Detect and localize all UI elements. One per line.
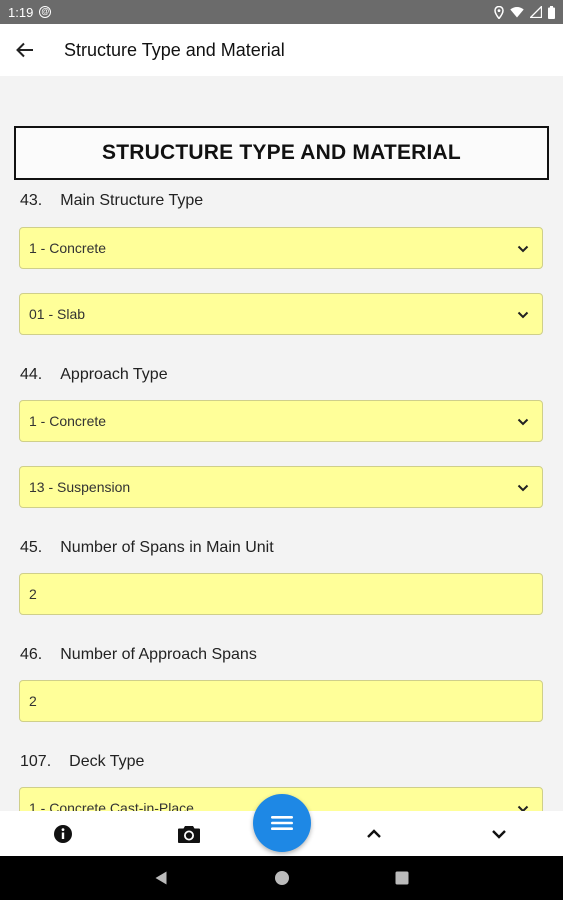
field-label-approach-spans: 46. Number of Approach Spans bbox=[20, 646, 257, 664]
app-bar: Structure Type and Material bbox=[0, 24, 563, 76]
section-header: STRUCTURE TYPE AND MATERIAL bbox=[14, 126, 549, 180]
nav-home-icon bbox=[275, 871, 289, 885]
page-title: Structure Type and Material bbox=[64, 39, 285, 60]
wifi-icon bbox=[510, 7, 524, 18]
nav-home-button[interactable] bbox=[257, 856, 307, 900]
chevron-down-icon bbox=[492, 829, 506, 839]
select-value: 1 - Concrete bbox=[29, 413, 107, 429]
field-label-text: Main Structure Type bbox=[60, 192, 204, 209]
nav-recents-icon bbox=[395, 871, 409, 885]
chevron-down-icon bbox=[517, 245, 529, 253]
main-structure-material-select[interactable]: 1 - Concrete bbox=[19, 227, 543, 269]
main-structure-design-select[interactable]: 01 - Slab bbox=[19, 293, 543, 335]
info-icon bbox=[54, 824, 72, 843]
spans-main-unit-input[interactable]: 2 bbox=[19, 573, 543, 615]
field-number: 107. bbox=[20, 753, 52, 770]
chevron-down-icon bbox=[517, 805, 529, 811]
status-time: 1:19 bbox=[8, 4, 34, 20]
form-content[interactable]: STRUCTURE TYPE AND MATERIAL 43. Main Stru… bbox=[0, 76, 563, 811]
field-number: 46. bbox=[20, 646, 43, 663]
system-nav-bar bbox=[0, 856, 563, 900]
camera-button[interactable] bbox=[159, 811, 219, 856]
select-value: 13 - Suspension bbox=[29, 479, 131, 495]
field-label-spans-main-unit: 45. Number of Spans in Main Unit bbox=[20, 539, 274, 557]
field-label-text: Deck Type bbox=[69, 753, 145, 770]
field-label-text: Number of Approach Spans bbox=[60, 646, 257, 663]
field-number: 45. bbox=[20, 539, 43, 556]
input-value: 2 bbox=[29, 586, 37, 602]
field-number: 44. bbox=[20, 366, 43, 383]
field-label-approach-type: 44. Approach Type bbox=[20, 366, 168, 384]
field-label-deck-type: 107. Deck Type bbox=[20, 753, 144, 771]
field-label-text: Number of Spans in Main Unit bbox=[60, 539, 274, 556]
back-button[interactable] bbox=[0, 24, 50, 76]
arrow-back-icon bbox=[16, 42, 33, 58]
field-number: 43. bbox=[20, 192, 43, 209]
select-value: 1 - Concrete bbox=[29, 240, 107, 256]
menu-icon bbox=[271, 816, 293, 830]
nav-recents-button[interactable] bbox=[377, 856, 427, 900]
status-bar: 1:19 @ bbox=[0, 0, 563, 24]
approach-spans-input[interactable]: 2 bbox=[19, 680, 543, 722]
signal-icon bbox=[530, 6, 542, 18]
status-right bbox=[494, 5, 555, 19]
scroll-down-button[interactable] bbox=[469, 811, 529, 856]
nav-back-button[interactable] bbox=[136, 856, 186, 900]
nav-back-icon bbox=[155, 871, 167, 885]
menu-fab-button[interactable] bbox=[253, 794, 311, 852]
field-label-main-structure-type: 43. Main Structure Type bbox=[20, 192, 203, 210]
input-value: 2 bbox=[29, 693, 37, 709]
info-button[interactable] bbox=[33, 811, 93, 856]
approach-material-select[interactable]: 1 - Concrete bbox=[19, 400, 543, 442]
status-left: 1:19 @ bbox=[8, 4, 52, 20]
select-value: 01 - Slab bbox=[29, 306, 86, 322]
chevron-up-icon bbox=[367, 828, 381, 838]
at-sign-icon: @ bbox=[39, 6, 52, 18]
camera-icon bbox=[178, 825, 200, 843]
location-icon bbox=[494, 5, 504, 19]
field-label-text: Approach Type bbox=[60, 366, 168, 383]
battery-icon bbox=[548, 5, 555, 19]
select-value: 1 - Concrete Cast-in-Place bbox=[29, 800, 194, 811]
chevron-down-icon bbox=[517, 484, 529, 492]
chevron-down-icon bbox=[517, 418, 529, 426]
approach-design-select[interactable]: 13 - Suspension bbox=[19, 466, 543, 508]
chevron-down-icon bbox=[517, 311, 529, 319]
scroll-up-button[interactable] bbox=[344, 811, 404, 856]
